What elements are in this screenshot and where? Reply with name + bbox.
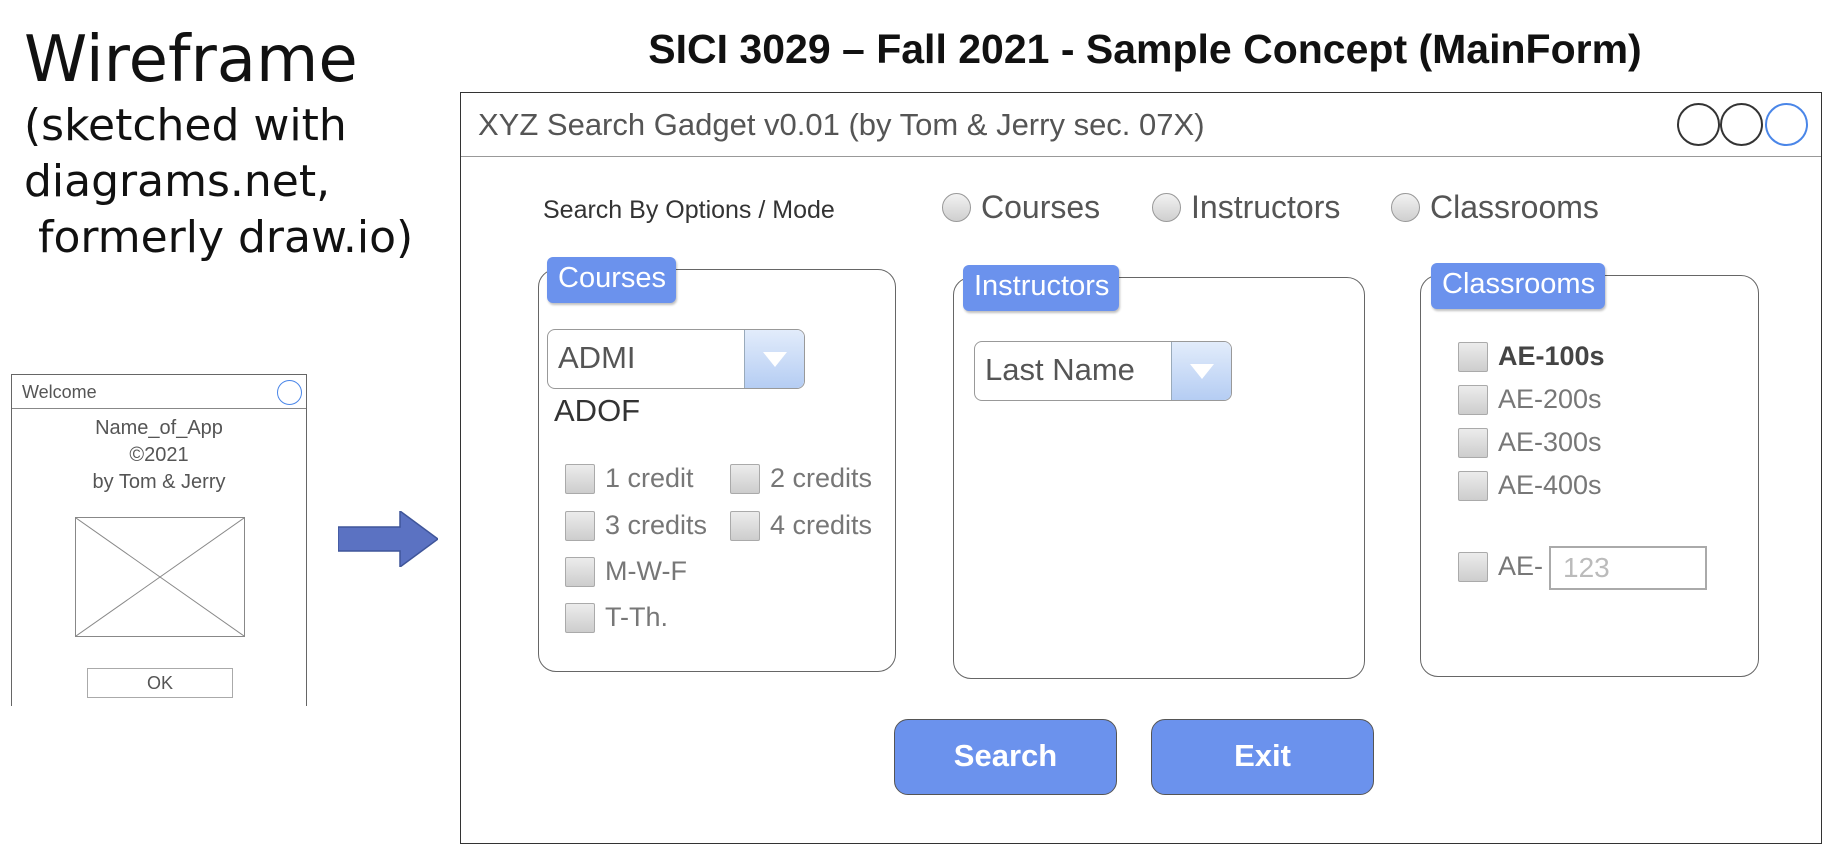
- checkbox-tth[interactable]: T-Th.: [565, 602, 668, 633]
- search-by-label: Search By Options / Mode: [543, 196, 835, 224]
- mode-radio-label: Courses: [981, 189, 1101, 225]
- course-prefix-dropdown[interactable]: ADMI: [547, 329, 805, 389]
- radio-circle-icon[interactable]: [1391, 193, 1420, 222]
- mode-radio-instructors[interactable]: Instructors: [1152, 189, 1340, 226]
- radio-circle-icon[interactable]: [1152, 193, 1181, 222]
- checkbox-ae-custom[interactable]: AE-: [1458, 551, 1543, 582]
- welcome-close-button[interactable]: [277, 380, 302, 405]
- welcome-app-name: Name_of_App: [95, 417, 223, 439]
- wireframe-caption: Wireframe (sketched with diagrams.net, f…: [24, 22, 444, 266]
- mode-radio-label: Classrooms: [1430, 189, 1599, 225]
- checkbox-3-credits[interactable]: 3 credits: [565, 510, 707, 541]
- main-form-window: XYZ Search Gadget v0.01 (by Tom & Jerry …: [460, 92, 1822, 844]
- checkbox-label: AE-: [1498, 551, 1544, 581]
- checkbox-box[interactable]: [1458, 551, 1488, 582]
- checkbox-box[interactable]: [730, 510, 760, 541]
- checkbox-box[interactable]: [730, 463, 760, 494]
- caption-line-4: formerly draw.io): [38, 212, 414, 263]
- course-prefix-option[interactable]: ADOF: [554, 393, 640, 429]
- checkbox-2-credits[interactable]: 2 credits: [730, 463, 872, 494]
- close-button[interactable]: [1765, 103, 1808, 146]
- instructors-group-header: Instructors: [963, 265, 1120, 311]
- checkbox-box[interactable]: [565, 463, 595, 494]
- checkbox-label: AE-200s: [1498, 384, 1602, 414]
- checkbox-mwf[interactable]: M-W-F: [565, 556, 687, 587]
- checkbox-ae-300s[interactable]: AE-300s: [1458, 427, 1602, 458]
- checkbox-box[interactable]: [565, 556, 595, 587]
- courses-group-header: Courses: [547, 257, 676, 303]
- checkbox-label: 3 credits: [605, 510, 708, 540]
- instructor-lastname-value: Last Name: [985, 352, 1135, 387]
- caption-line-2: (sketched with: [24, 100, 347, 151]
- checkbox-label: M-W-F: [605, 556, 687, 586]
- chevron-down-icon[interactable]: [1171, 342, 1231, 400]
- checkbox-4-credits[interactable]: 4 credits: [730, 510, 872, 541]
- classrooms-group-header: Classrooms: [1431, 263, 1606, 309]
- right-arrow-icon: [338, 511, 438, 567]
- checkbox-ae-400s[interactable]: AE-400s: [1458, 470, 1602, 501]
- welcome-byline: by Tom & Jerry: [92, 471, 226, 493]
- checkbox-label: 4 credits: [770, 510, 873, 540]
- checkbox-box[interactable]: [565, 602, 595, 633]
- chevron-down-icon[interactable]: [744, 330, 804, 388]
- instructor-lastname-dropdown[interactable]: Last Name: [974, 341, 1232, 401]
- checkbox-label: AE-400s: [1498, 470, 1602, 500]
- checkbox-box[interactable]: [1458, 427, 1488, 458]
- mode-radio-label: Instructors: [1191, 189, 1341, 225]
- minimize-button[interactable]: [1677, 103, 1720, 146]
- caption-line-3: diagrams.net,: [24, 156, 331, 207]
- course-prefix-value: ADMI: [558, 340, 636, 375]
- radio-circle-icon[interactable]: [942, 193, 971, 222]
- caption-heading: Wireframe: [24, 23, 358, 97]
- welcome-text: Name_of_App ©2021 by Tom & Jerry: [12, 415, 306, 496]
- main-form-title: XYZ Search Gadget v0.01 (by Tom & Jerry …: [478, 107, 1205, 142]
- main-form-titlebar: XYZ Search Gadget v0.01 (by Tom & Jerry …: [461, 93, 1821, 157]
- checkbox-ae-200s[interactable]: AE-200s: [1458, 384, 1602, 415]
- welcome-titlebar: Welcome: [12, 375, 306, 409]
- checkbox-box[interactable]: [565, 510, 595, 541]
- welcome-window: Welcome Name_of_App ©2021 by Tom & Jerry…: [11, 374, 307, 706]
- ae-room-number-input[interactable]: [1549, 546, 1707, 590]
- checkbox-label: 1 credit: [605, 463, 694, 493]
- exit-button[interactable]: Exit: [1151, 719, 1374, 795]
- checkbox-box[interactable]: [1458, 341, 1488, 372]
- checkbox-label: T-Th.: [605, 602, 669, 632]
- welcome-title: Welcome: [22, 382, 97, 402]
- welcome-ok-button[interactable]: OK: [87, 668, 233, 698]
- mode-radio-courses[interactable]: Courses: [942, 189, 1100, 226]
- checkbox-label: AE-100s: [1498, 341, 1605, 371]
- checkbox-label: AE-300s: [1498, 427, 1602, 457]
- maximize-button[interactable]: [1720, 103, 1763, 146]
- checkbox-ae-100s[interactable]: AE-100s: [1458, 341, 1605, 372]
- checkbox-label: 2 credits: [770, 463, 873, 493]
- mode-radio-classrooms[interactable]: Classrooms: [1391, 189, 1599, 226]
- instructors-group: [953, 277, 1365, 679]
- checkbox-1-credit[interactable]: 1 credit: [565, 463, 694, 494]
- welcome-copyright: ©2021: [129, 444, 189, 466]
- checkbox-box[interactable]: [1458, 384, 1488, 415]
- search-button[interactable]: Search: [894, 719, 1117, 795]
- slide-title: SICI 3029 – Fall 2021 - Sample Concept (…: [648, 26, 1642, 72]
- image-placeholder-icon: [75, 517, 245, 637]
- checkbox-box[interactable]: [1458, 470, 1488, 501]
